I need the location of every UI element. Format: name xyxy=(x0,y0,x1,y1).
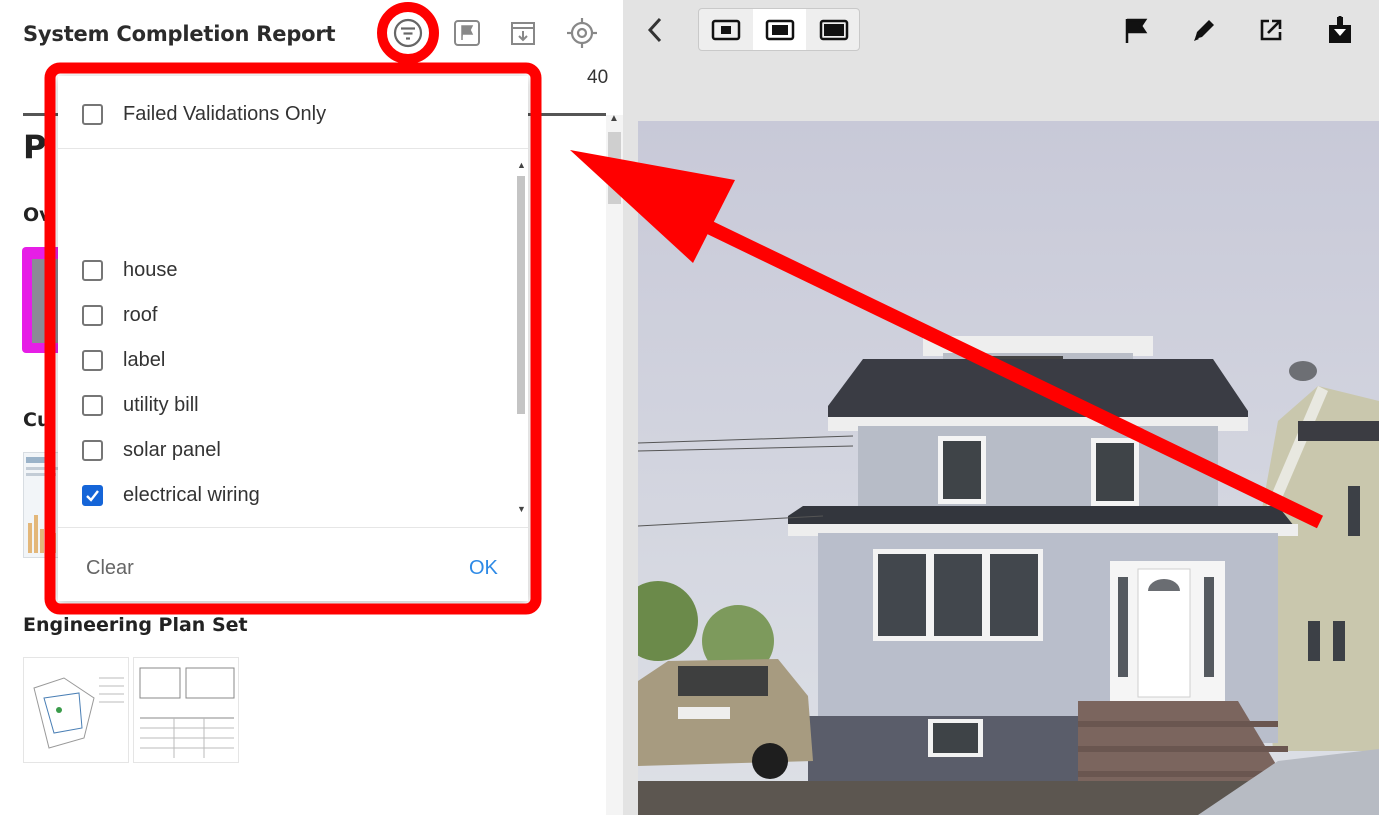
ok-button[interactable]: OK xyxy=(469,557,498,580)
archive-download-icon xyxy=(511,22,535,45)
filter-option-roof[interactable]: roof xyxy=(82,302,157,328)
filter-option-label: roof xyxy=(123,303,158,326)
target-icon xyxy=(567,18,597,48)
filter-option-label-tag[interactable]: label xyxy=(82,347,165,373)
locate-button[interactable] xyxy=(564,15,600,51)
back-chevron-icon xyxy=(647,17,662,43)
filter-option-label: electrical wiring xyxy=(123,483,260,506)
report-title: System Completion Report xyxy=(23,22,336,46)
archive-download-button[interactable] xyxy=(505,15,541,51)
section-heading: P xyxy=(23,128,47,166)
size-small-button[interactable] xyxy=(699,9,752,50)
size-large-icon xyxy=(819,19,848,40)
size-large-button[interactable] xyxy=(807,9,860,50)
tag-filter-list: house roof label utility bill solar pane… xyxy=(58,149,516,527)
flag-filter-button[interactable] xyxy=(449,15,485,51)
edit-button[interactable] xyxy=(1187,12,1221,48)
view-size-toggle xyxy=(698,8,860,51)
flag-button[interactable] xyxy=(1119,12,1153,48)
filter-option-label: house xyxy=(123,258,178,281)
open-external-button[interactable] xyxy=(1254,12,1288,48)
filter-option-utility-bill[interactable]: utility bill xyxy=(82,392,199,418)
size-medium-icon xyxy=(765,19,794,40)
download-icon xyxy=(1329,16,1351,43)
back-button[interactable] xyxy=(640,12,670,48)
filter-checkbox[interactable] xyxy=(82,394,103,416)
filter-option-label: label xyxy=(123,348,166,371)
list-scrollbar-thumb[interactable] xyxy=(517,176,525,414)
panel-scrollbar[interactable] xyxy=(606,115,623,815)
plan-set-thumbnail-2[interactable] xyxy=(133,657,239,763)
site-photo-house xyxy=(623,121,1379,815)
filter-option-label: utility bill xyxy=(123,393,199,416)
filter-checkbox[interactable] xyxy=(82,304,103,326)
engineering-plan-set-heading: Engineering Plan Set xyxy=(23,614,248,636)
flag-icon xyxy=(454,20,480,46)
filter-dropdown: Failed Validations Only house roof label… xyxy=(58,76,528,601)
filter-icon xyxy=(393,18,423,48)
filter-checkbox[interactable] xyxy=(82,259,103,281)
filter-checkbox[interactable] xyxy=(82,439,103,461)
filter-option-electrical-wiring[interactable]: electrical wiring xyxy=(82,482,260,508)
overview-heading: Ov xyxy=(23,204,52,226)
report-panel: System Completion Report 40 ▲ P Ov Cu En… xyxy=(0,0,623,815)
checkmark-icon xyxy=(86,489,99,502)
panel-scrollbar-thumb[interactable] xyxy=(608,132,621,204)
filter-option-label: solar panel xyxy=(123,438,221,461)
open-external-icon xyxy=(1260,19,1282,41)
divider xyxy=(58,527,528,528)
clear-button[interactable]: Clear xyxy=(86,557,134,580)
plan-set-thumbnail-1[interactable] xyxy=(23,657,129,763)
failed-validations-label: Failed Validations Only xyxy=(123,103,327,125)
image-viewer xyxy=(623,0,1379,815)
list-scroll-down-icon[interactable]: ▼ xyxy=(517,504,526,514)
filter-checkbox[interactable] xyxy=(82,349,103,371)
list-scroll-up-icon[interactable]: ▲ xyxy=(517,160,526,170)
result-count: 40 xyxy=(587,67,609,88)
size-small-icon xyxy=(711,19,740,40)
flag-icon xyxy=(1125,18,1148,43)
filter-checkbox-checked[interactable] xyxy=(82,484,103,506)
pencil-icon xyxy=(1194,20,1214,41)
filter-button[interactable] xyxy=(390,15,426,51)
failed-validations-checkbox[interactable] xyxy=(82,104,103,125)
download-button[interactable] xyxy=(1323,12,1357,48)
filter-option-house[interactable]: house xyxy=(82,257,178,283)
size-medium-button[interactable] xyxy=(753,9,806,50)
filter-option-solar-panel[interactable]: solar panel xyxy=(82,437,221,463)
failed-validations-option[interactable]: Failed Validations Only xyxy=(82,103,326,126)
scroll-up-icon[interactable]: ▲ xyxy=(609,113,619,124)
current-heading: Cu xyxy=(23,409,51,431)
